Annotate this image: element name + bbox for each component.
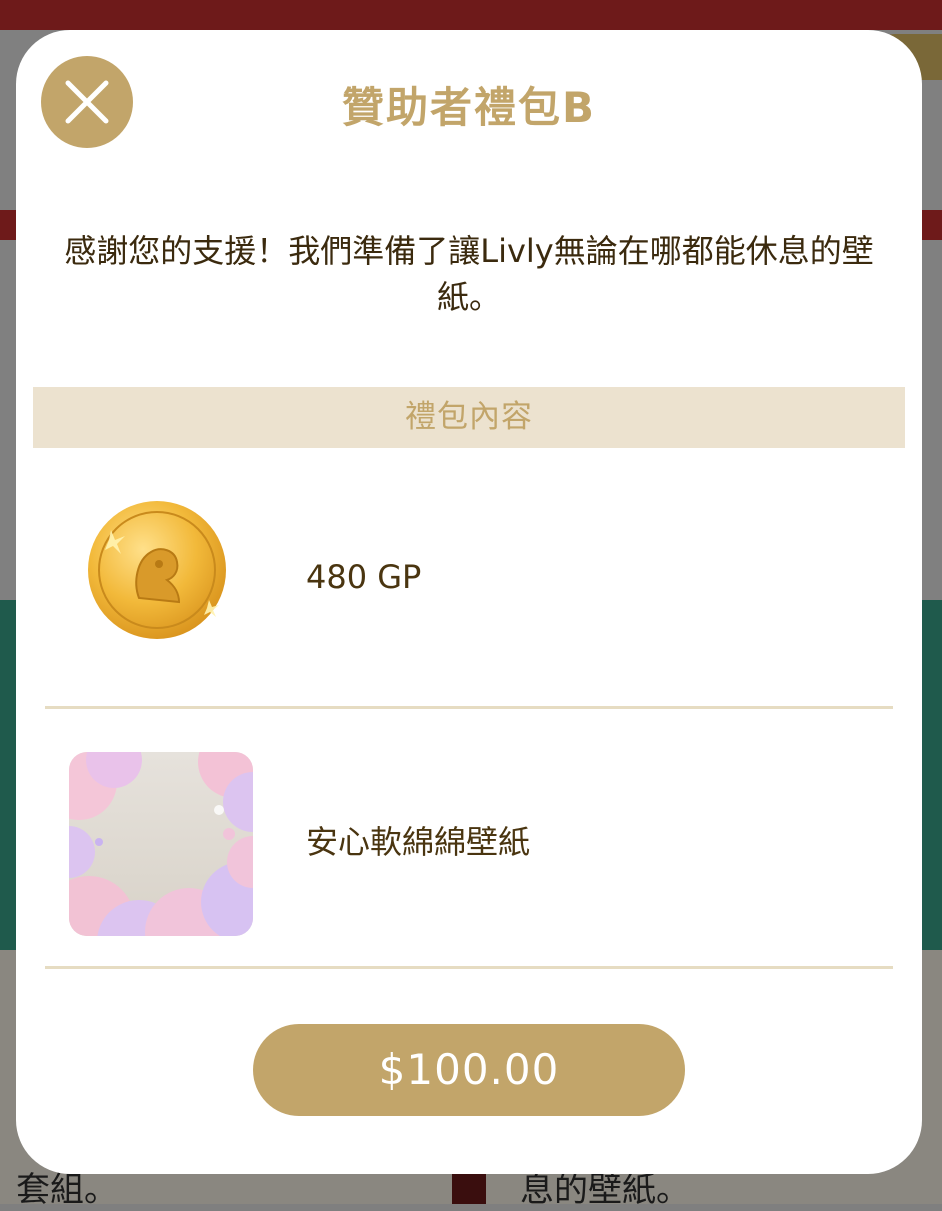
background-band [0, 0, 942, 30]
purchase-button[interactable]: $100.00 [253, 1024, 685, 1116]
pack-item-wallpaper: 安心軟綿綿壁紙 [45, 709, 893, 969]
pack-item-gp: 480 GP [45, 474, 893, 709]
dialog-title: 贊助者禮包B [341, 83, 596, 132]
item-divider [45, 966, 893, 969]
dialog-description: 感謝您的支援！我們準備了讓Livly無論在哪都能休息的壁紙。 [64, 232, 874, 316]
pack-detail-dialog: 贊助者禮包B 感謝您的支援！我們準備了讓Livly無論在哪都能休息的壁紙。 禮包… [16, 30, 922, 1174]
wallpaper-thumbnail [69, 752, 253, 936]
pack-contents-header: 禮包內容 [33, 387, 905, 448]
gold-coin-icon [81, 490, 231, 640]
pack-item-label: 480 GP [306, 558, 422, 596]
pack-item-label: 安心軟綿綿壁紙 [306, 823, 531, 861]
